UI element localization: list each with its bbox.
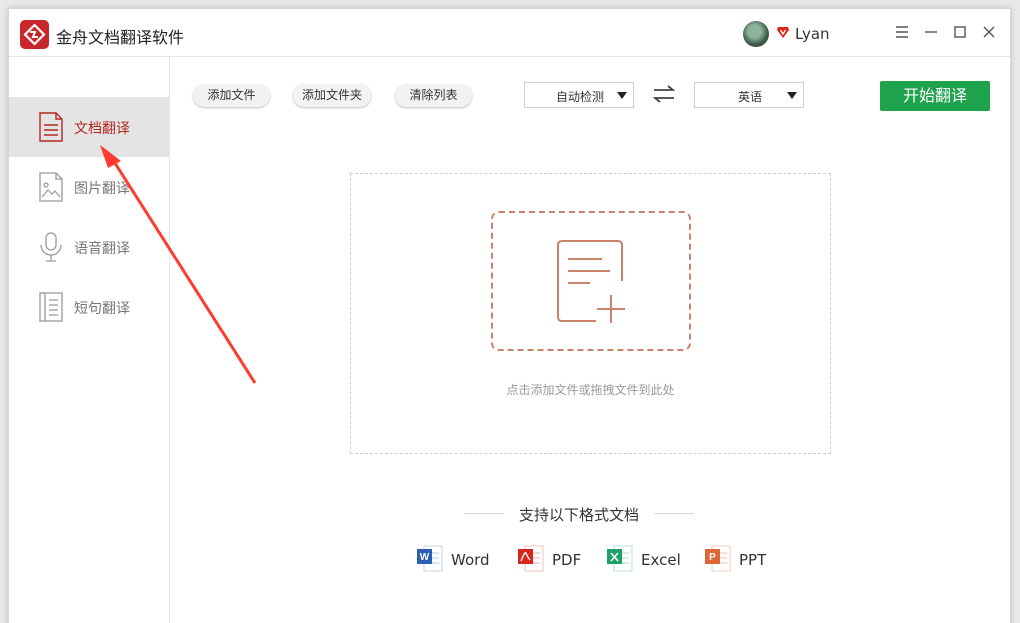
excel-icon [607,545,633,572]
format-name: PDF [552,551,582,569]
sidebar-item-label: 短句翻译 [74,301,130,317]
close-icon[interactable] [979,22,999,42]
chevron-down-icon [617,92,627,99]
format-name: PPT [739,551,767,569]
supported-formats-heading: 支持以下格式文档 [464,503,694,524]
word-icon: W [417,545,443,572]
minimize-icon[interactable] [921,22,941,42]
formats-title: 支持以下格式文档 [518,506,639,524]
sidebar: 文档翻译 图片翻译 语音翻译 短句翻译 [9,57,170,623]
image-icon [39,172,63,202]
title-bar: 金舟文档翻译软件 Lyan [9,9,1010,57]
start-translate-button[interactable]: 开始翻译 [880,81,990,111]
sidebar-item-sentence-translate[interactable]: 短句翻译 [9,277,169,337]
user-avatar[interactable] [743,21,769,47]
add-folder-button[interactable]: 添加文件夹 [293,84,371,107]
chevron-down-icon [787,92,797,99]
app-logo-icon [20,20,49,49]
source-language-select[interactable]: 自动检测 [524,82,634,108]
user-name[interactable]: Lyan [795,25,830,43]
menu-icon[interactable] [892,22,912,42]
app-title: 金舟文档翻译软件 [56,28,185,47]
drop-hint: 点击添加文件或拖拽文件到此处 [506,383,675,397]
add-document-icon [557,240,625,323]
sidebar-item-label: 文档翻译 [74,121,130,137]
format-name: Word [451,551,490,569]
svg-text:W: W [420,552,430,563]
sidebar-item-voice-translate[interactable]: 语音翻译 [9,217,169,277]
add-file-button[interactable]: 添加文件 [193,84,270,107]
format-name: Excel [641,551,681,569]
sentence-icon [39,292,63,322]
swap-languages-icon[interactable] [653,85,675,103]
sidebar-item-image-translate[interactable]: 图片翻译 [9,157,169,217]
document-icon [39,112,63,142]
pdf-icon [518,545,544,572]
maximize-icon[interactable] [950,22,970,42]
svg-text:P: P [709,552,716,563]
add-file-target[interactable] [491,211,691,351]
ppt-icon: P [705,545,731,572]
microphone-icon [40,232,62,262]
sidebar-item-label: 图片翻译 [74,181,130,197]
app-window: 金舟文档翻译软件 Lyan 文档翻译 图片翻译 语音翻译 短句翻译 添加文件 添… [8,8,1011,623]
divider [654,513,694,514]
vip-icon [777,27,789,38]
sidebar-item-document-translate[interactable]: 文档翻译 [9,97,169,157]
target-language-select[interactable]: 英语 [694,82,804,108]
file-drop-zone[interactable]: 点击添加文件或拖拽文件到此处 [350,173,831,454]
divider [464,513,504,514]
sidebar-item-label: 语音翻译 [74,241,130,257]
clear-list-button[interactable]: 清除列表 [395,84,472,107]
